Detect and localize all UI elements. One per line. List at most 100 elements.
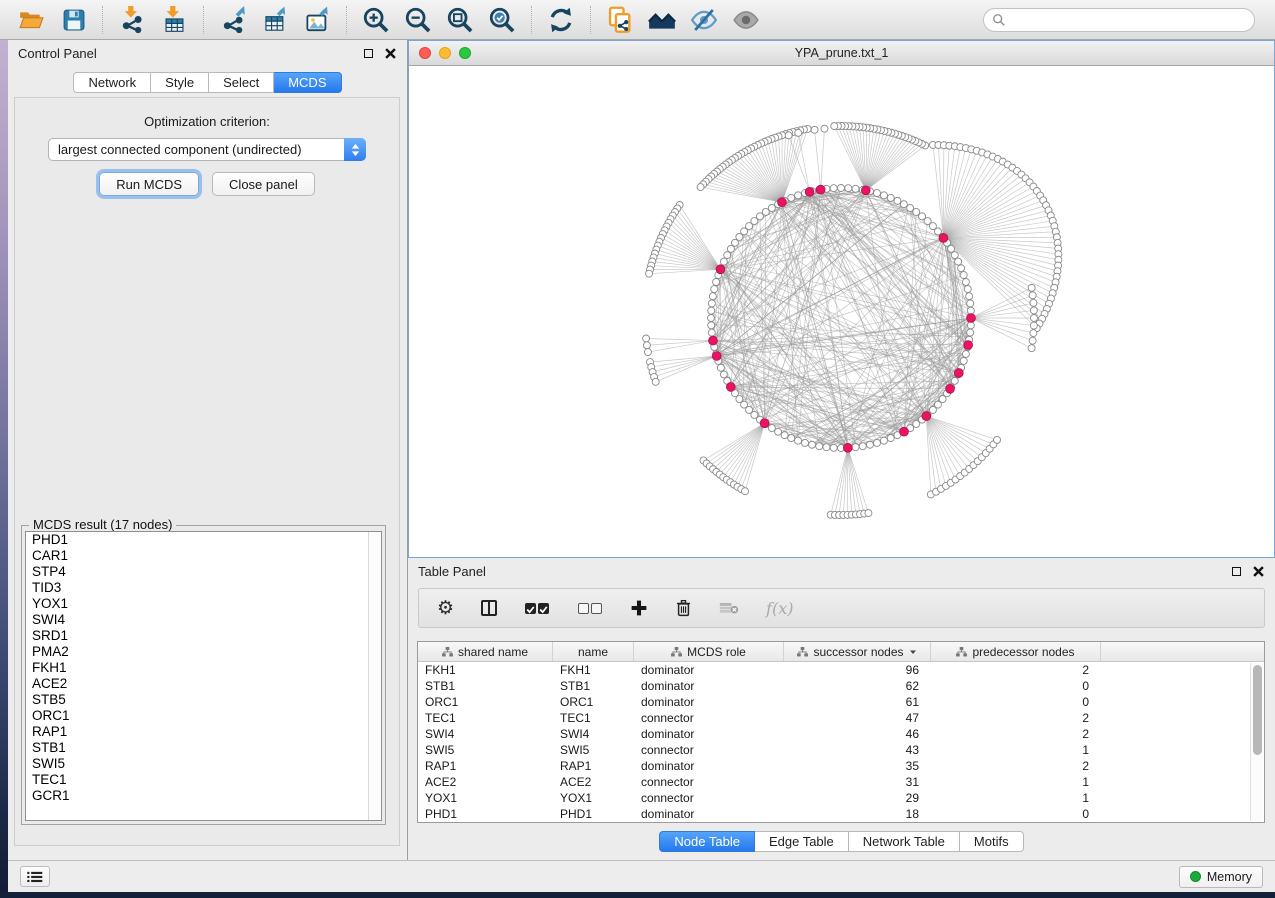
apply-layout-icon[interactable] (546, 5, 576, 35)
first-neighbors-icon[interactable] (647, 5, 677, 35)
hide-selected-icon[interactable] (689, 5, 719, 35)
tab-network[interactable]: Network (73, 72, 151, 93)
column-header-MCDS-role[interactable]: MCDS role (634, 642, 784, 661)
mcds-result-item[interactable]: YOX1 (26, 596, 381, 612)
attribute-type-icon (671, 647, 682, 657)
table-row[interactable]: PHD1PHD1dominator180 (418, 806, 1264, 822)
column-label: successor nodes (813, 645, 903, 659)
show-all-icon[interactable] (731, 5, 761, 35)
float-panel-icon[interactable] (1229, 564, 1243, 578)
table-row[interactable]: FKH1FKH1dominator962 (418, 662, 1264, 678)
delete-table-icon (719, 601, 739, 615)
cell-successor-nodes: 31 (784, 774, 931, 790)
cell-successor-nodes: 29 (784, 790, 931, 806)
table-row[interactable]: SWI4SWI4dominator462 (418, 726, 1264, 742)
cell-predecessor-nodes: 0 (931, 678, 1101, 694)
table-scrollbar[interactable] (1250, 663, 1263, 821)
memory-button[interactable]: Memory (1179, 866, 1263, 888)
criterion-dropdown[interactable]: largest connected component (undirected) (48, 138, 366, 161)
mcds-result-item[interactable]: FKH1 (26, 660, 381, 676)
network-canvas[interactable] (409, 66, 1274, 557)
zoom-fit-icon[interactable] (445, 5, 475, 35)
list-scrollbar[interactable] (368, 532, 381, 820)
export-table-icon[interactable] (260, 5, 290, 35)
column-header-name[interactable]: name (553, 642, 634, 661)
mcds-result-item[interactable]: TID3 (26, 580, 381, 596)
cell-MCDS-role: dominator (634, 806, 784, 822)
mcds-result-item[interactable]: RAP1 (26, 724, 381, 740)
table-row[interactable]: SWI5SWI5connector431 (418, 742, 1264, 758)
table-row[interactable]: RAP1RAP1dominator352 (418, 758, 1264, 774)
cell-name: STB1 (553, 678, 634, 694)
search-field[interactable] (983, 8, 1255, 32)
delete-column-icon[interactable] (675, 599, 692, 617)
export-network-icon[interactable] (218, 5, 248, 35)
tab-network-table[interactable]: Network Table (849, 831, 960, 852)
import-network-icon[interactable] (117, 5, 147, 35)
mcds-result-item[interactable]: CAR1 (26, 548, 381, 564)
zoom-selected-icon[interactable] (487, 5, 517, 35)
deselect-all-columns-icon[interactable] (577, 603, 603, 614)
mcds-result-item[interactable]: STB1 (26, 740, 381, 756)
tab-select[interactable]: Select (209, 72, 274, 93)
zoom-out-icon[interactable] (403, 5, 433, 35)
run-mcds-button[interactable]: Run MCDS (99, 172, 199, 196)
cell-successor-nodes: 43 (784, 742, 931, 758)
export-image-icon[interactable] (302, 5, 332, 35)
status-bar: Memory (8, 860, 1275, 892)
tab-mcds[interactable]: MCDS (274, 72, 341, 93)
mcds-result-item[interactable]: ORC1 (26, 708, 381, 724)
cell-name: PHD1 (553, 806, 634, 822)
cell-name: YOX1 (553, 790, 634, 806)
split-view-icon[interactable] (481, 600, 497, 616)
tab-motifs[interactable]: Motifs (960, 831, 1024, 852)
memory-label: Memory (1207, 870, 1252, 884)
cell-name: SWI5 (553, 742, 634, 758)
close-panel-icon[interactable] (1251, 564, 1265, 578)
close-panel-button[interactable]: Close panel (212, 172, 315, 196)
open-session-icon[interactable] (16, 5, 46, 35)
cell-MCDS-role: connector (634, 742, 784, 758)
column-header-successor-nodes[interactable]: successor nodes (784, 642, 931, 661)
column-settings-icon[interactable]: ⚙ (437, 599, 454, 618)
mcds-result-item[interactable]: SWI5 (26, 756, 381, 772)
table-row[interactable]: ACE2ACE2connector311 (418, 774, 1264, 790)
column-header-predecessor-nodes[interactable]: predecessor nodes (931, 642, 1101, 661)
zoom-in-icon[interactable] (361, 5, 391, 35)
tab-node-table[interactable]: Node Table (659, 831, 755, 852)
table-row[interactable]: STB1STB1dominator620 (418, 678, 1264, 694)
cell-shared-name: YOX1 (418, 790, 553, 806)
import-table-icon[interactable] (159, 5, 189, 35)
mcds-result-item[interactable]: PHD1 (26, 532, 381, 548)
table-row[interactable]: ORC1ORC1dominator610 (418, 694, 1264, 710)
cell-predecessor-nodes: 2 (931, 710, 1101, 726)
tab-style[interactable]: Style (151, 72, 209, 93)
mcds-result-item[interactable]: STP4 (26, 564, 381, 580)
mcds-result-item[interactable]: STB5 (26, 692, 381, 708)
network-view-titlebar[interactable]: YPA_prune.txt_1 (409, 41, 1274, 66)
task-history-button[interactable] (20, 866, 50, 887)
copy-network-icon[interactable] (605, 5, 635, 35)
table-header-row: shared namenameMCDS role successor nodes p… (418, 642, 1264, 662)
close-panel-icon[interactable] (383, 46, 397, 60)
mcds-result-item[interactable]: PMA2 (26, 644, 381, 660)
save-session-icon[interactable] (58, 5, 88, 35)
table-row[interactable]: YOX1YOX1connector291 (418, 790, 1264, 806)
search-input[interactable] (1006, 13, 1246, 27)
column-header-shared-name[interactable]: shared name (418, 642, 553, 661)
mcds-result-item[interactable]: ACE2 (26, 676, 381, 692)
add-column-icon[interactable] (630, 599, 648, 617)
tab-edge-table[interactable]: Edge Table (755, 831, 849, 852)
sort-caret-icon (909, 649, 917, 655)
optimization-criterion-label: Optimization criterion: (15, 114, 399, 129)
mcds-result-item[interactable]: SRD1 (26, 628, 381, 644)
float-panel-icon[interactable] (361, 46, 375, 60)
select-all-columns-icon[interactable] (524, 603, 550, 614)
mcds-result-item[interactable]: GCR1 (26, 788, 381, 804)
mcds-result-item[interactable]: SWI4 (26, 612, 381, 628)
mcds-result-item[interactable]: TEC1 (26, 772, 381, 788)
scrollbar-thumb[interactable] (1253, 665, 1262, 755)
table-row[interactable]: TEC1TEC1connector472 (418, 710, 1264, 726)
mcds-result-list[interactable]: PHD1CAR1STP4TID3YOX1SWI4SRD1PMA2FKH1ACE2… (25, 531, 382, 821)
toolbar-separator (531, 6, 532, 34)
